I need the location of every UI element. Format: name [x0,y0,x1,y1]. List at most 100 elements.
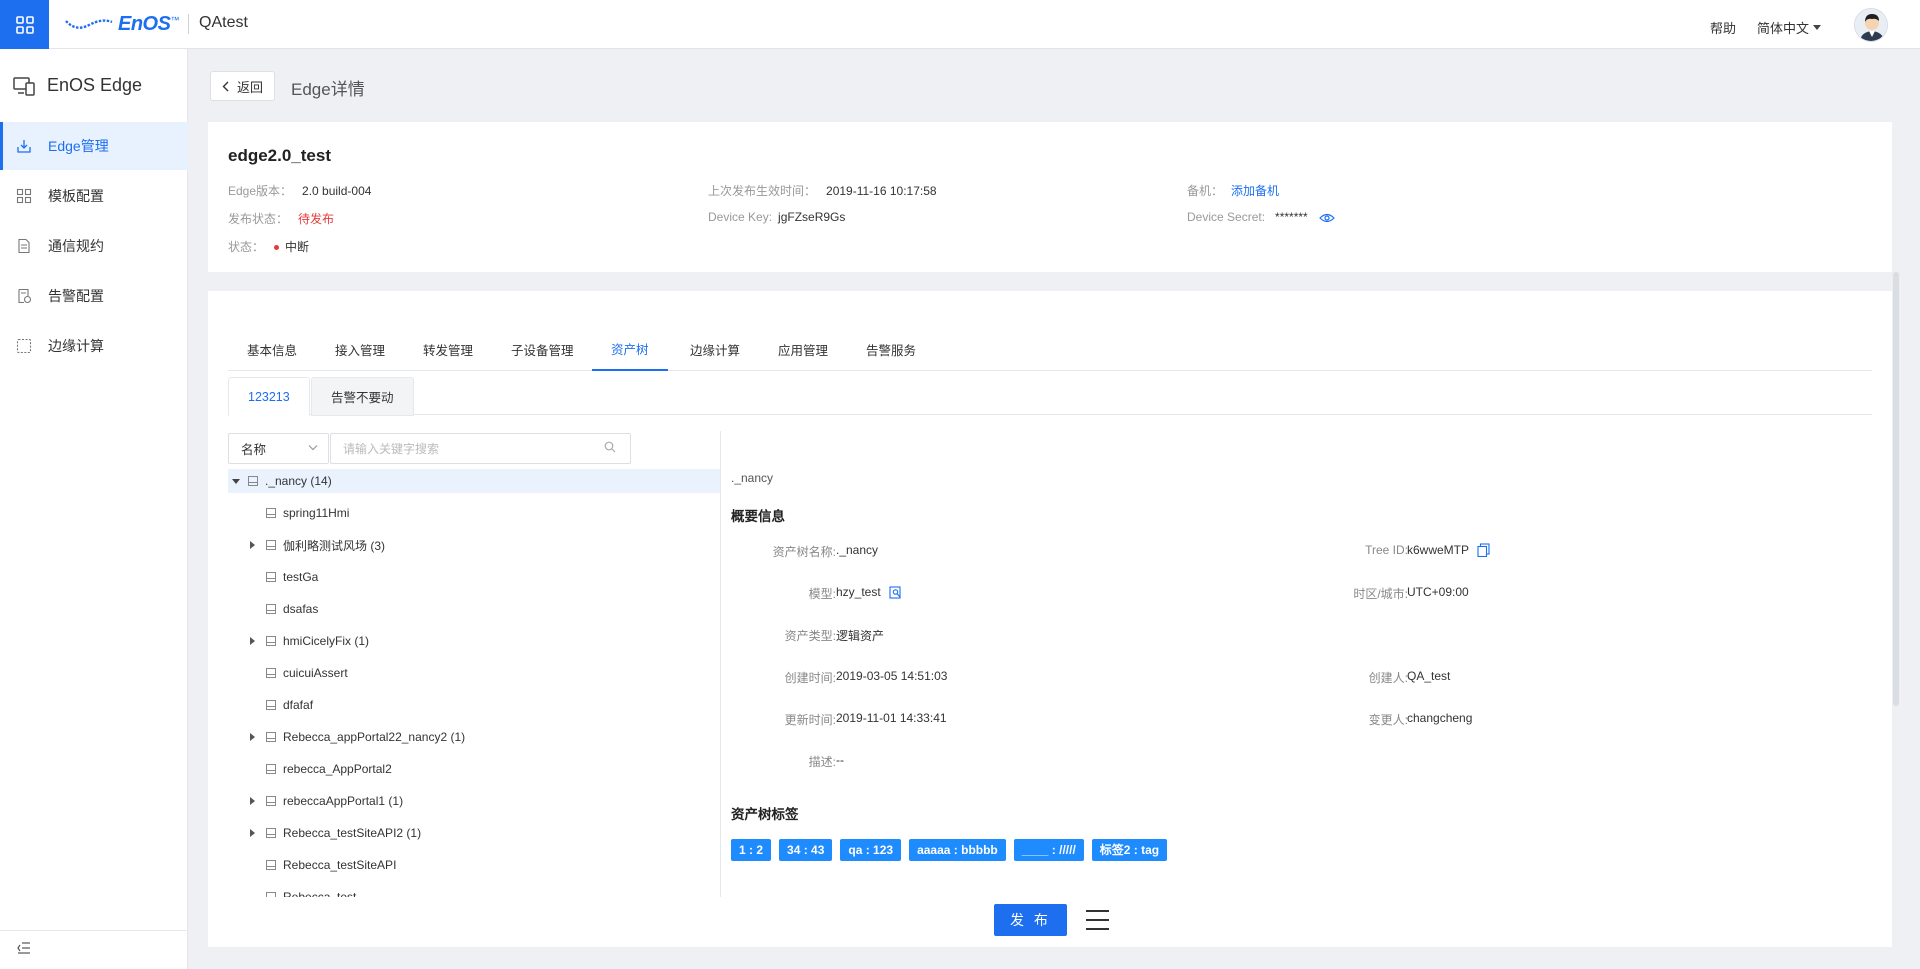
tree-node-content: Rebecca_appPortal22_nancy2 (1) [265,730,465,744]
tree-node[interactable]: Rebecca_testSiteAPI2 (1) [228,821,720,845]
standby: 备机： 添加备机 [1187,182,1279,199]
back-button[interactable]: 返回 [210,71,275,101]
model-view-icon[interactable] [889,585,902,599]
tab-asset-tree[interactable]: 资产树 [592,327,668,371]
logo-text: EnOS [118,12,171,35]
tree-node[interactable]: Rebecca_test [228,885,720,897]
caret-right-icon[interactable] [250,829,255,837]
tab-edge-compute[interactable]: 边缘计算 [671,327,759,371]
tree-node[interactable]: rebecca_AppPortal2 [228,757,720,781]
field-label: 描述: [808,755,836,769]
copy-icon[interactable] [1477,543,1490,557]
filter-field-select[interactable]: 名称 [228,433,329,464]
help-link[interactable]: 帮助 [1710,18,1736,37]
more-menu-button[interactable] [1086,910,1109,930]
user-avatar[interactable] [1854,8,1888,42]
edge-compute-icon [16,338,32,354]
last-publish-value: 2019-11-16 10:17:58 [826,184,937,198]
tree-node-content: rebeccaAppPortal1 (1) [265,794,403,808]
avatar-icon [1855,9,1887,41]
sidebar-item-edge-compute[interactable]: 边缘计算 [0,322,188,370]
tree-node-content: hmiCicelyFix (1) [265,634,369,648]
search-icon[interactable] [604,441,616,453]
page-title: Edge详情 [291,80,365,99]
connection-status-label: 状态： [228,240,265,254]
page-scrollbar-thumb[interactable] [1893,272,1899,706]
tag-badge: 1 : 2 [731,839,772,861]
field-value: hzy_test [836,585,902,599]
tag-badge: 标签2 : tag [1091,839,1168,861]
field-label: 创建人: [1368,671,1408,685]
tree-node-label: Rebecca_testSiteAPI [283,858,397,872]
publish-status-value: 待发布 [298,212,335,226]
language-selector[interactable]: 简体中文 [1757,18,1822,37]
caret-right-icon[interactable] [250,541,255,549]
tree-node[interactable]: dsafas [228,597,720,621]
device-secret: Device Secret: ******* [1187,210,1335,224]
publish-button[interactable]: 发 布 [994,904,1067,936]
tree-node[interactable]: cuicuiAssert [228,661,720,685]
tree-node-label: rebeccaAppPortal1 (1) [283,794,404,808]
field-label: 资产类型: [784,629,836,643]
timezone-value: UTC+09:00 [1407,585,1469,599]
edge-info-card: edge2.0_test Edge版本： 2.0 build-004 发布状态： 待… [208,122,1892,272]
field-value: ._nancy [836,543,878,557]
tab-alarm-service[interactable]: 告警服务 [847,327,935,371]
tab-app-management[interactable]: 应用管理 [759,327,847,371]
tab-forward-management[interactable]: 转发管理 [404,327,492,371]
tree-node[interactable]: spring11Hmi [228,501,720,525]
tree-node[interactable]: rebeccaAppPortal1 (1) [228,789,720,813]
tree-node[interactable]: testGa [228,565,720,589]
connection-status-value: 中断 [274,240,309,254]
caret-right-icon[interactable] [250,733,255,741]
asset-type-value: 逻辑资产 [836,629,885,643]
tab-subdevice-management[interactable]: 子设备管理 [492,327,593,371]
tree-node-label: rebecca_AppPortal2 [283,762,392,776]
sidebar-item-protocol[interactable]: 通信规约 [0,222,188,270]
subtab-alarm-do-not-touch[interactable]: 告警不要动 [311,377,414,416]
eye-icon[interactable] [1319,213,1335,223]
edge-device-icon [13,76,35,96]
tree-node[interactable]: Rebecca_testSiteAPI [228,853,720,877]
app-name: QAtest [199,14,248,31]
field-label: Tree ID: [1365,543,1408,557]
caret-right-icon[interactable] [250,637,255,645]
caret-right-icon[interactable] [250,797,255,805]
tree-name-value: ._nancy [836,543,879,557]
field-value: 2019-11-01 14:33:41 [836,711,947,725]
tree-node-content: dfafaf [265,698,313,712]
hamburger-icon-line [1086,910,1109,912]
tab-basic-info[interactable]: 基本信息 [228,327,316,371]
tree-node[interactable]: hmiCicelyFix (1) [228,629,720,653]
top-bar: EnOS ™ QAtest 帮助 简体中文 [0,0,1920,49]
collapse-menu-icon[interactable] [17,942,31,954]
enos-logo[interactable]: EnOS ™ [64,13,179,35]
field-value: 逻辑资产 [836,627,884,644]
app-grid-button[interactable] [0,0,49,49]
main-panel: 基本信息 接入管理 转发管理 子设备管理 资产树 边缘计算 应用管理 告警服务 … [208,291,1892,947]
sidebar-item-alarm-config[interactable]: 告警配置 [0,272,188,320]
filter-field-value: 名称 [241,443,267,457]
asset-tree-panel: 名称 ._nancy (14) spring11Hmi 伽利略测试风场 (3) tes… [228,431,721,897]
sidebar-item-edge-management[interactable]: Edge管理 [0,122,188,170]
field-label: 模型: [808,587,836,601]
tree-node-label: hmiCicelyFix (1) [283,634,370,648]
caret-down-icon[interactable] [232,478,240,484]
subtab-123213[interactable]: 123213 [228,377,310,416]
field-label: 更新时间: [784,713,836,727]
asset-node-icon [266,764,276,774]
created-time-value: 2019-03-05 14:51:03 [836,669,948,683]
edge-version-label: Edge版本： [228,184,293,198]
tree-node[interactable]: 伽利略测试风场 (3) [228,533,720,557]
tree-node-content: ._nancy (14) [247,474,332,488]
tree-node[interactable]: Rebecca_appPortal22_nancy2 (1) [228,725,720,749]
sidebar-item-template-config[interactable]: 模板配置 [0,172,188,220]
tag-badge: ____ : ///// [1013,839,1084,861]
tab-access-management[interactable]: 接入管理 [316,327,404,371]
tree-node[interactable]: ._nancy (14) [228,469,720,493]
add-standby-link[interactable]: 添加备机 [1231,184,1279,198]
tree-search-input[interactable] [330,433,631,464]
logo-separator [188,14,189,34]
tree-node[interactable]: dfafaf [228,693,720,717]
tree-node-label: ._nancy (14) [265,474,332,488]
